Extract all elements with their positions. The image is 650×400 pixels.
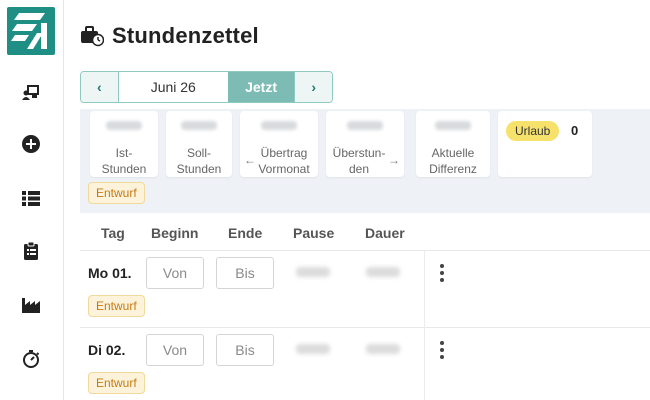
differenz-label: Aktuelle: [431, 146, 475, 160]
row-day-label: Mo 01.: [88, 265, 132, 281]
period-navigation: ‹ Juni 26 Jetzt ›: [80, 71, 333, 103]
end-time-input[interactable]: Bis: [216, 257, 274, 289]
uebertrag-label: Übertrag: [260, 146, 308, 160]
vacation-value: 0: [571, 123, 579, 138]
ueberstunden-label-2: den: [348, 162, 370, 176]
start-time-input[interactable]: Von: [146, 334, 204, 366]
column-header-day: Tag: [101, 225, 125, 241]
next-month-button[interactable]: ›: [294, 72, 332, 102]
summary-panel: Ist- Stunden Soll- Stunden ← Übertrag Vo…: [80, 109, 650, 213]
ueberstunden-card: → Überstun- den: [326, 111, 404, 177]
soll-stunden-value: [181, 121, 217, 130]
vacation-badge: Urlaub: [506, 121, 560, 141]
divider: [424, 327, 425, 400]
pause-value: [296, 267, 330, 277]
briefcase-clock-icon: [81, 26, 104, 47]
differenz-card: Aktuelle Differenz: [416, 111, 490, 177]
pause-value: [296, 344, 330, 354]
sidebar: [0, 0, 64, 400]
column-header-end: Ende: [228, 225, 263, 241]
factory-icon[interactable]: [19, 293, 43, 317]
ueberstunden-label: Überstun-: [332, 146, 386, 160]
uebertrag-card: ← Übertrag Vormonat: [240, 111, 318, 177]
uebertrag-label-2: Vormonat: [258, 162, 310, 176]
soll-stunden-card: Soll- Stunden: [166, 111, 232, 177]
stopwatch-icon[interactable]: [19, 347, 43, 371]
plus-circle-icon[interactable]: [19, 132, 43, 156]
ist-stunden-value: [106, 121, 142, 130]
chevron-right-icon: ›: [311, 79, 316, 95]
start-time-input[interactable]: Von: [146, 257, 204, 289]
vacation-card: Urlaub 0: [498, 111, 592, 177]
differenz-value: [435, 121, 471, 130]
divider: [80, 250, 650, 251]
ueberstunden-value: [347, 121, 383, 130]
column-header-pause: Pause: [293, 225, 335, 241]
divider: [80, 327, 650, 328]
page-header: Stundenzettel: [80, 20, 259, 52]
uebertrag-value: [261, 121, 297, 130]
more-options-icon[interactable]: [439, 264, 445, 282]
soll-stunden-label: Soll-: [186, 146, 211, 160]
row-day-label: Di 02.: [88, 342, 126, 358]
ist-stunden-label-2: Stunden: [101, 162, 147, 176]
duration-value: [366, 344, 400, 354]
differenz-label-2: Differenz: [429, 162, 477, 176]
soll-stunden-label-2: Stunden: [176, 162, 222, 176]
end-time-input[interactable]: Bis: [216, 334, 274, 366]
status-badge: Entwurf: [88, 182, 145, 204]
column-header-start: Beginn: [151, 225, 199, 241]
today-button[interactable]: Jetzt: [227, 72, 295, 102]
logo-icon[interactable]: [7, 7, 55, 55]
chevron-left-icon: ‹: [97, 79, 102, 95]
duration-value: [366, 267, 400, 277]
divider: [424, 250, 425, 328]
ist-stunden-label: Ist-: [115, 146, 133, 160]
user-desk-icon[interactable]: [19, 80, 43, 104]
ist-stunden-card: Ist- Stunden: [90, 111, 158, 177]
previous-month-button[interactable]: ‹: [81, 72, 119, 102]
row-status-badge: Entwurf: [88, 295, 145, 317]
current-month-label: Juni 26: [118, 72, 228, 102]
list-icon[interactable]: [19, 186, 43, 210]
clipboard-icon[interactable]: [19, 239, 43, 263]
more-options-icon[interactable]: [439, 341, 445, 359]
column-header-duration: Dauer: [365, 225, 405, 241]
page-title: Stundenzettel: [112, 23, 259, 48]
row-status-badge: Entwurf: [88, 372, 145, 394]
